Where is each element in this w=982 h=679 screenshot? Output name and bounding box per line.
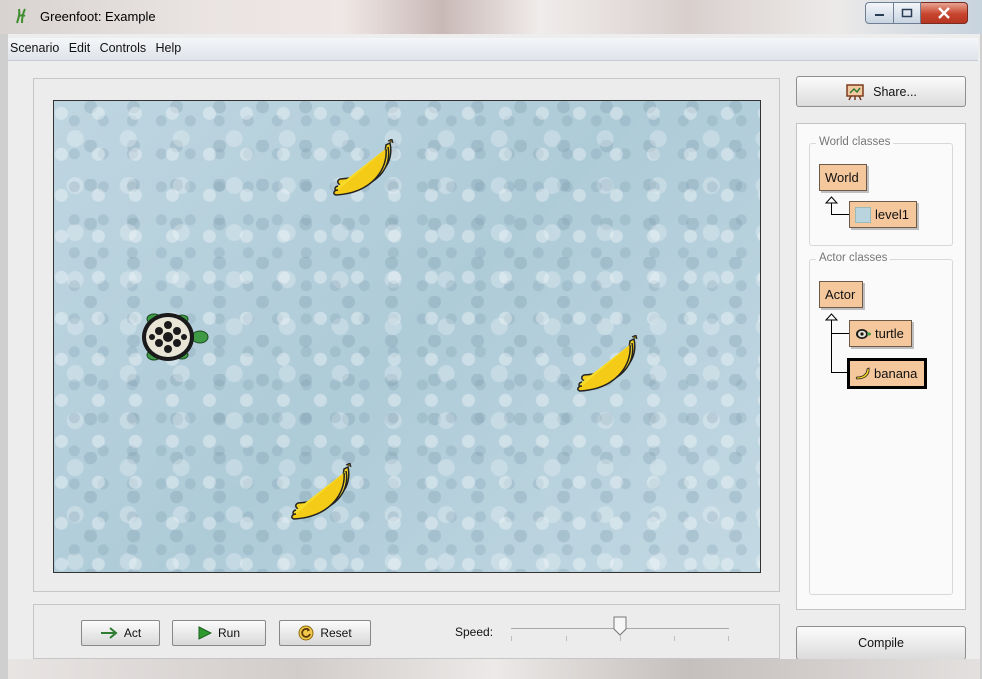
window-controls: [865, 2, 968, 24]
speed-slider-thumb[interactable]: [613, 616, 627, 636]
turtle-thumbnail-icon: [856, 328, 871, 339]
run-button[interactable]: Run: [172, 620, 266, 646]
world-classes-group: World classes: [809, 136, 953, 246]
menu-bar: Scenario Edit Controls Help: [8, 38, 978, 61]
class-browser: World classes Actor classes World level1…: [796, 123, 966, 610]
actor-classes-label: Actor classes: [816, 252, 891, 264]
maximize-button[interactable]: [894, 2, 921, 24]
menu-controls[interactable]: Controls: [100, 38, 147, 55]
inheritance-arrow-icon: [825, 196, 838, 204]
close-icon: [938, 7, 950, 19]
inheritance-line: [831, 372, 847, 373]
speed-slider-tick: [728, 636, 729, 641]
minimize-button[interactable]: [865, 2, 894, 24]
inheritance-arrow-icon: [825, 313, 838, 321]
actor-classes-group: Actor classes: [809, 252, 953, 595]
class-level1-label: level1: [875, 207, 909, 222]
act-button[interactable]: Act: [81, 620, 160, 646]
compile-button[interactable]: Compile: [796, 626, 966, 660]
banana-thumbnail-icon: [855, 366, 870, 379]
speed-slider-tick: [674, 636, 675, 641]
minimize-icon: [874, 14, 884, 16]
class-banana[interactable]: banana: [847, 358, 928, 389]
close-button[interactable]: [921, 2, 968, 24]
act-label: Act: [123, 626, 142, 640]
banana-actor[interactable]: [576, 335, 642, 393]
banana-actor[interactable]: [332, 139, 398, 197]
water-thumbnail-icon: [855, 206, 871, 223]
class-banana-label: banana: [874, 366, 918, 381]
maximize-icon: [901, 8, 913, 18]
banana-actor[interactable]: [290, 463, 356, 521]
window-title: Greenfoot: Example: [40, 9, 156, 24]
title-bar: Greenfoot: Example: [0, 0, 982, 34]
speed-label: Speed:: [455, 625, 494, 639]
speed-slider-tick: [566, 636, 567, 641]
class-turtle-label: turtle: [875, 326, 904, 341]
reset-label: Reset: [320, 626, 352, 640]
class-actor[interactable]: Actor: [819, 281, 864, 308]
inheritance-line: [831, 333, 849, 334]
compile-label: Compile: [858, 636, 904, 650]
menu-edit[interactable]: Edit: [69, 38, 91, 55]
desktop-strip: [8, 659, 980, 679]
play-icon: [198, 626, 212, 640]
class-world[interactable]: World: [819, 164, 867, 191]
speed-slider-tick: [620, 636, 621, 641]
turtle-actor[interactable]: [134, 309, 210, 365]
share-label: Share...: [873, 84, 917, 99]
inheritance-line: [831, 214, 849, 215]
speed-slider-tick: [511, 636, 512, 641]
class-world-label: World: [825, 170, 859, 185]
world-canvas[interactable]: [53, 100, 761, 573]
share-button[interactable]: Share...: [796, 76, 966, 107]
class-actor-label: Actor: [825, 287, 856, 302]
reset-icon: [298, 625, 314, 641]
class-level1[interactable]: level1: [849, 201, 917, 228]
run-label: Run: [217, 626, 240, 640]
share-easel-icon: [846, 83, 864, 100]
step-arrow-icon: [100, 627, 118, 639]
reset-button[interactable]: Reset: [279, 620, 371, 646]
greenfoot-app-icon: [16, 8, 26, 24]
menu-help[interactable]: Help: [155, 38, 181, 55]
menu-scenario[interactable]: Scenario: [10, 38, 59, 55]
class-turtle[interactable]: turtle: [849, 320, 912, 347]
world-classes-label: World classes: [816, 136, 894, 148]
inheritance-line: [831, 316, 832, 372]
